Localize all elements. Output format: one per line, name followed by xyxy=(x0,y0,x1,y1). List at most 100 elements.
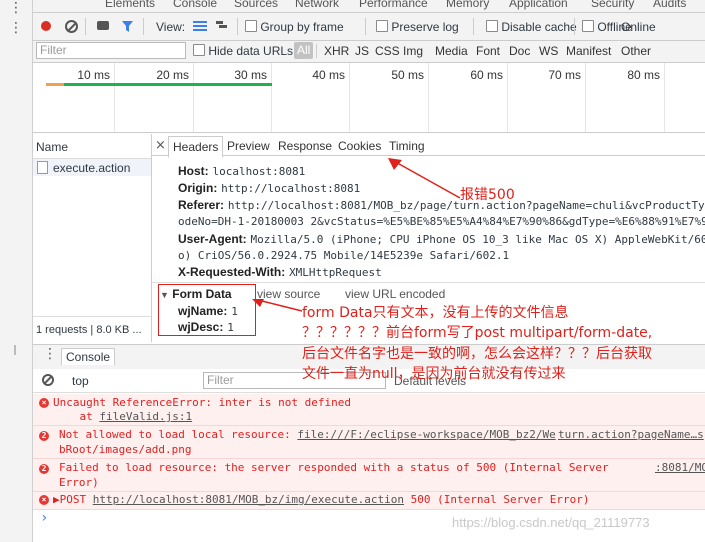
request-url-link[interactable]: http://localhost:8081/MOB_bz/img/execute… xyxy=(93,493,404,506)
type-xhr[interactable]: XHR xyxy=(324,44,349,58)
hide-data-urls-checkbox[interactable] xyxy=(193,44,205,56)
request-list: Name execute.action 1 requests | 8.0 KB … xyxy=(33,134,152,342)
tick-label: 50 ms xyxy=(391,68,424,82)
highlight-box xyxy=(158,284,256,336)
console-prompt[interactable]: › xyxy=(40,510,48,526)
tick-label: 10 ms xyxy=(77,68,110,82)
error-icon: × xyxy=(39,398,49,408)
tab-security[interactable]: Security xyxy=(591,0,634,10)
console-message: × ▶POST http://localhost:8081/MOB_bz/img… xyxy=(33,492,705,510)
camera-icon[interactable] xyxy=(97,21,109,30)
clear-console-icon[interactable] xyxy=(42,374,54,386)
tick-label: 30 ms xyxy=(234,68,267,82)
annotation-error500: 报错500 xyxy=(460,187,515,203)
source-link[interactable]: turn.action?pageName…s xyxy=(558,427,704,443)
tab-network[interactable]: Network xyxy=(295,0,339,10)
console-message: 2 Failed to load resource: the server re… xyxy=(33,459,705,492)
type-media[interactable]: Media xyxy=(435,44,468,58)
request-bar xyxy=(46,83,64,86)
network-toolbar: View: Group by frame Preserve log Disabl… xyxy=(33,13,705,41)
preserve-log-checkbox[interactable] xyxy=(376,20,388,32)
tab-console[interactable]: Console xyxy=(173,0,217,10)
tab-elements[interactable]: Elements xyxy=(105,0,155,10)
type-img[interactable]: Img xyxy=(403,44,423,58)
preserve-log-label: Preserve log xyxy=(391,20,459,34)
tab-sources[interactable]: Sources xyxy=(234,0,278,10)
tab-application[interactable]: Application xyxy=(509,0,568,10)
close-icon[interactable]: × xyxy=(155,138,166,153)
left-rail: ⋮ ⋮ xyxy=(0,0,33,542)
filter-bar: Filter Hide data URLs All XHR JS CSS Img… xyxy=(33,41,705,63)
console-message: 2 Not allowed to load local resource: fi… xyxy=(33,426,705,459)
header-row: o) CriOS/56.0.2924.75 Mobile/14E5239e Sa… xyxy=(178,249,510,262)
tab-response[interactable]: Response xyxy=(278,139,332,153)
timeline-overview[interactable]: 10 ms 20 ms 30 ms 40 ms 50 ms 60 ms 70 m… xyxy=(33,63,705,133)
list-item[interactable]: execute.action xyxy=(33,159,151,176)
disable-cache-label: Disable cache xyxy=(501,20,577,34)
annotation-arrow xyxy=(252,299,303,312)
console-tab[interactable]: Console xyxy=(61,348,116,365)
filter-input[interactable]: Filter xyxy=(36,42,186,59)
type-ws[interactable]: WS xyxy=(539,44,558,58)
group-by-frame-option[interactable]: Group by frame xyxy=(245,20,344,34)
drawer-tick xyxy=(14,345,16,355)
preserve-log-option[interactable]: Preserve log xyxy=(376,20,459,34)
record-icon[interactable] xyxy=(41,21,51,31)
type-manifest[interactable]: Manifest xyxy=(566,44,611,58)
type-all[interactable]: All xyxy=(294,42,314,59)
tab-audits[interactable]: Audits xyxy=(653,0,686,10)
more-icon[interactable]: ⋮ xyxy=(9,21,23,35)
annotation-text: ？？？？？？前台form写了post multipart/form-date, xyxy=(302,325,653,341)
tab-performance[interactable]: Performance xyxy=(359,0,428,10)
request-bar xyxy=(64,83,272,86)
tab-memory[interactable]: Memory xyxy=(446,0,489,10)
tick-label: 60 ms xyxy=(470,68,503,82)
filter-icon[interactable] xyxy=(121,20,134,33)
view-url-encoded-link[interactable]: view URL encoded xyxy=(345,287,445,301)
tab-preview[interactable]: Preview xyxy=(227,139,270,153)
throttling-select[interactable]: Online xyxy=(621,20,656,34)
more-icon[interactable]: ⋮ xyxy=(43,346,57,362)
watermark: https://blog.csdn.net/qq_21119773 xyxy=(452,515,650,530)
group-by-frame-label: Group by frame xyxy=(260,20,344,34)
source-link[interactable]: :8081/MO xyxy=(655,460,705,476)
hide-data-urls-label: Hide data URLs xyxy=(208,44,294,58)
devtools-tabbar: Elements Console Sources Network Perform… xyxy=(33,0,705,13)
header-row: odeNo=DH-1-20180003 2&vcStatus=%E5%BE%85… xyxy=(178,215,705,228)
disable-cache-option[interactable]: Disable cache xyxy=(486,20,577,34)
console-message: × Uncaught ReferenceError: inter is not … xyxy=(33,394,705,426)
more-icon[interactable]: ⋮ xyxy=(9,1,23,15)
annotation-arrow xyxy=(388,158,461,199)
tab-headers[interactable]: Headers xyxy=(168,136,224,158)
context-select[interactable]: top xyxy=(72,374,89,388)
type-font[interactable]: Font xyxy=(476,44,500,58)
annotation-text: 后台文件名字也是一致的啊，怎么会这样？？？后台获取 xyxy=(302,346,652,362)
type-js[interactable]: JS xyxy=(355,44,369,58)
tick-label: 40 ms xyxy=(312,68,345,82)
list-view-icon[interactable] xyxy=(193,21,207,32)
annotation-text: 文件一直为null，是因为前台就没有传过来 xyxy=(302,366,566,382)
tick-label: 20 ms xyxy=(156,68,189,82)
expand-request[interactable]: ▶POST xyxy=(53,493,93,506)
clear-icon[interactable] xyxy=(65,20,78,33)
disable-cache-checkbox[interactable] xyxy=(486,20,498,32)
group-by-frame-checkbox[interactable] xyxy=(245,20,257,32)
overview-icon[interactable] xyxy=(216,21,228,31)
tick-label: 70 ms xyxy=(548,68,581,82)
tick-label: 80 ms xyxy=(627,68,660,82)
type-doc[interactable]: Doc xyxy=(509,44,530,58)
error-count-badge: 2 xyxy=(39,431,49,441)
source-link[interactable]: fileValid.js:1 xyxy=(99,410,192,423)
hide-data-urls-option[interactable]: Hide data URLs xyxy=(193,44,293,58)
tab-cookies[interactable]: Cookies xyxy=(338,139,381,153)
header-row: Origin: http://localhost:8081 xyxy=(178,181,361,195)
type-other[interactable]: Other xyxy=(621,44,651,58)
type-css[interactable]: CSS xyxy=(375,44,400,58)
name-column-header[interactable]: Name xyxy=(36,140,68,154)
header-row: X-Requested-With: XMLHttpRequest xyxy=(178,265,382,279)
offline-checkbox[interactable] xyxy=(582,20,594,32)
status-summary: 1 requests | 8.0 KB ... xyxy=(36,324,142,336)
view-label: View: xyxy=(156,20,186,34)
header-row: User-Agent: Mozilla/5.0 (iPhone; CPU iPh… xyxy=(178,232,705,246)
resource-link[interactable]: file:///F:/eclipse-workspace/MOB_bz2/We xyxy=(297,428,555,441)
